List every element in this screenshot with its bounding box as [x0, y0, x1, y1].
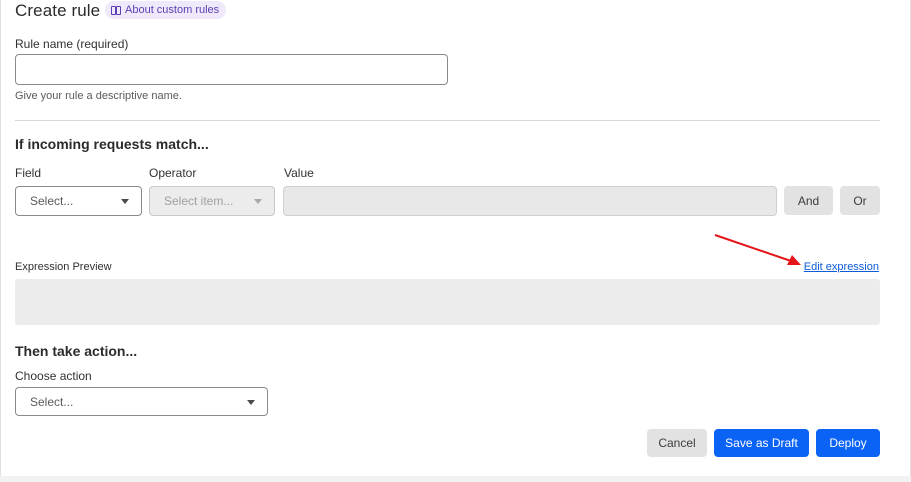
chevron-down-icon	[121, 199, 129, 204]
action-section-title: Then take action...	[15, 343, 138, 359]
about-custom-rules-link[interactable]: About custom rules	[105, 1, 227, 19]
create-rule-card: Create rule About custom rules Rule name…	[0, 0, 911, 476]
rule-name-label: Rule name (required)	[15, 37, 129, 51]
expression-preview-box	[15, 279, 880, 325]
or-button[interactable]: Or	[840, 186, 880, 215]
operator-label: Operator	[149, 166, 197, 180]
about-custom-rules-label: About custom rules	[125, 4, 220, 16]
deploy-button[interactable]: Deploy	[816, 429, 880, 457]
expression-preview-label: Expression Preview	[15, 261, 112, 273]
operator-select-value: Select item...	[164, 194, 234, 208]
choose-action-select[interactable]: Select...	[15, 387, 268, 416]
annotation-arrow-icon	[714, 234, 801, 265]
value-input[interactable]	[283, 186, 777, 216]
field-select-value: Select...	[30, 194, 74, 208]
operator-select[interactable]: Select item...	[149, 186, 275, 216]
field-label: Field	[15, 166, 42, 180]
cancel-button[interactable]: Cancel	[647, 429, 707, 457]
chevron-down-icon	[247, 399, 255, 405]
save-as-draft-button[interactable]: Save as Draft	[714, 429, 809, 457]
rule-name-hint: Give your rule a descriptive name.	[15, 90, 182, 102]
book-icon	[111, 5, 121, 15]
section-divider	[15, 120, 880, 121]
rule-name-input[interactable]	[15, 54, 448, 85]
and-button[interactable]: And	[784, 186, 833, 215]
value-label: Value	[284, 166, 314, 180]
choose-action-value: Select...	[30, 394, 74, 409]
chevron-down-icon	[254, 199, 262, 204]
edit-expression-link[interactable]: Edit expression	[804, 261, 879, 273]
field-select[interactable]: Select...	[15, 186, 142, 216]
match-section-title: If incoming requests match...	[15, 136, 209, 152]
page-title: Create rule	[15, 1, 101, 20]
choose-action-label: Choose action	[15, 369, 92, 383]
